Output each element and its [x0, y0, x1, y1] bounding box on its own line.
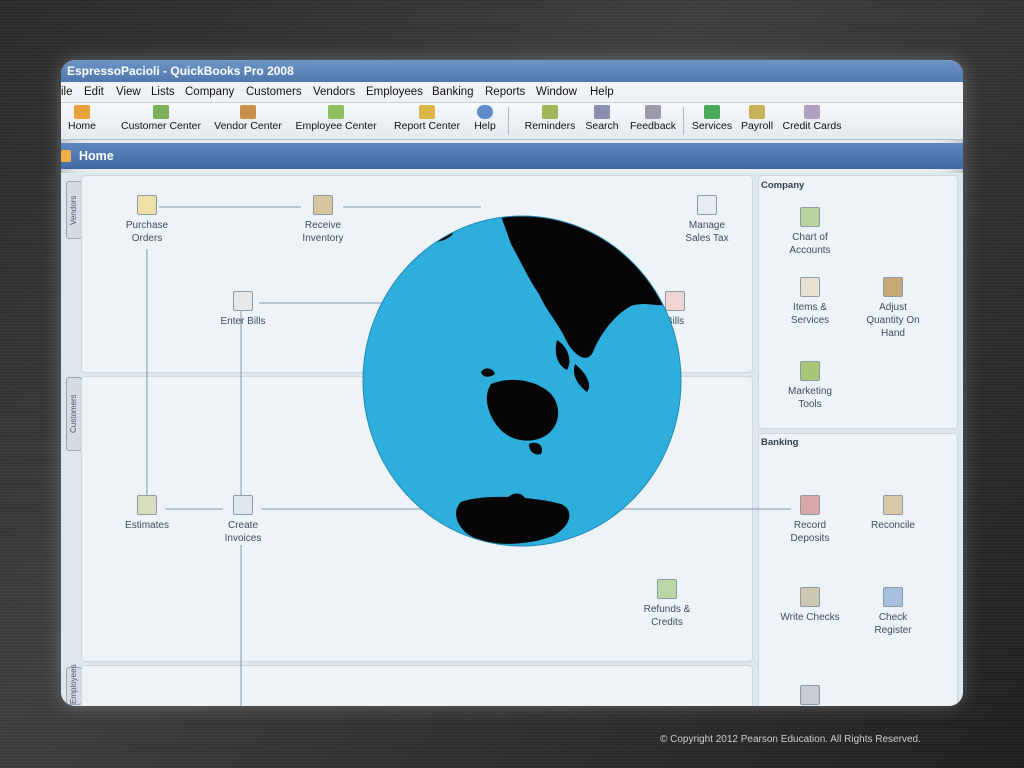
purchase-orders-button[interactable]: Purchase Orders — [117, 195, 177, 245]
menu-vendors[interactable]: Vendors — [313, 82, 355, 102]
search-button[interactable]: Search — [584, 105, 620, 132]
toolbar: Home Customer Center Vendor Center Emplo… — [61, 103, 963, 140]
vendor-center-button[interactable]: Vendor Center — [209, 105, 287, 132]
employee-center-icon — [328, 105, 344, 119]
home-header: Home — [61, 143, 963, 169]
check-register-button[interactable]: Check Register — [861, 587, 925, 637]
feedback-button[interactable]: Feedback — [627, 105, 679, 132]
chart-of-accounts-icon — [800, 207, 820, 227]
help-icon — [477, 105, 493, 119]
adjust-quantity-icon — [883, 277, 903, 297]
report-center-icon — [419, 105, 435, 119]
manage-sales-tax-button[interactable]: Manage Sales Tax — [677, 195, 737, 245]
menu-bar: ile Edit View Lists Company Customers Ve… — [61, 82, 963, 103]
menu-customers[interactable]: Customers — [246, 82, 302, 102]
purchase-orders-icon — [137, 195, 157, 215]
menu-employees[interactable]: Employees — [366, 82, 423, 102]
home-icon — [74, 105, 90, 119]
menu-company[interactable]: Company — [185, 82, 234, 102]
create-invoices-button[interactable]: Create Invoices — [211, 495, 275, 545]
credit-cards-button[interactable]: Credit Cards — [780, 105, 844, 132]
marketing-tools-button[interactable]: Marketing Tools — [777, 361, 843, 411]
payroll-icon — [749, 105, 765, 119]
menu-file[interactable]: ile — [61, 82, 73, 102]
feedback-icon — [645, 105, 661, 119]
menu-help[interactable]: Help — [590, 82, 614, 102]
banking-section-title: Banking — [761, 437, 799, 448]
items-services-icon — [800, 277, 820, 297]
credit-cards-icon — [804, 105, 820, 119]
chart-of-accounts-button[interactable]: Chart of Accounts — [777, 207, 843, 257]
menu-lists[interactable]: Lists — [151, 82, 175, 102]
record-deposits-button[interactable]: Record Deposits — [777, 495, 843, 545]
toolbar-separator — [508, 107, 509, 135]
printer-icon — [800, 685, 820, 705]
record-deposits-icon — [800, 495, 820, 515]
vendor-center-icon — [240, 105, 256, 119]
report-center-button[interactable]: Report Center — [390, 105, 464, 132]
menu-banking[interactable]: Banking — [432, 82, 474, 102]
reminders-button[interactable]: Reminders — [523, 105, 577, 132]
marketing-tools-icon — [800, 361, 820, 381]
receive-inventory-button[interactable]: Receive Inventory — [291, 195, 355, 245]
estimates-icon — [137, 495, 157, 515]
customer-center-icon — [153, 105, 169, 119]
reconcile-icon — [883, 495, 903, 515]
enter-bills-icon — [233, 291, 253, 311]
window-title: EspressoPacioli - QuickBooks Pro 2008 — [61, 60, 963, 82]
reconcile-button[interactable]: Reconcile — [861, 495, 925, 532]
home-icon — [61, 150, 71, 162]
estimates-button[interactable]: Estimates — [117, 495, 177, 532]
search-icon — [594, 105, 610, 119]
check-register-icon — [883, 587, 903, 607]
menu-reports[interactable]: Reports — [485, 82, 525, 102]
menu-view[interactable]: View — [116, 82, 141, 102]
services-icon — [704, 105, 720, 119]
sales-tax-icon — [697, 195, 717, 215]
menu-window[interactable]: Window — [536, 82, 577, 102]
toolbar-separator — [683, 107, 684, 135]
reminders-icon — [542, 105, 558, 119]
items-services-button[interactable]: Items & Services — [777, 277, 843, 327]
home-button[interactable]: Home — [65, 105, 99, 132]
home-title: Home — [79, 149, 114, 163]
refunds-credits-icon — [657, 579, 677, 599]
adjust-quantity-button[interactable]: Adjust Quantity On Hand — [861, 277, 925, 340]
menu-edit[interactable]: Edit — [84, 82, 104, 102]
customer-center-button[interactable]: Customer Center — [117, 105, 205, 132]
payroll-button[interactable]: Payroll — [739, 105, 775, 132]
help-button[interactable]: Help — [472, 105, 498, 132]
globe-illustration — [362, 215, 682, 547]
create-invoices-icon — [233, 495, 253, 515]
write-checks-icon — [800, 587, 820, 607]
copyright-text: © Copyright 2012 Pearson Education. All … — [660, 734, 921, 745]
enter-bills-button[interactable]: Enter Bills — [211, 291, 275, 328]
company-section-title: Company — [761, 180, 805, 191]
refunds-credits-button[interactable]: Refunds & Credits — [635, 579, 699, 629]
services-button[interactable]: Services — [690, 105, 734, 132]
write-checks-button[interactable]: Write Checks — [777, 587, 843, 624]
receive-inventory-icon — [313, 195, 333, 215]
print-checks-button[interactable] — [797, 685, 823, 706]
employee-center-button[interactable]: Employee Center — [291, 105, 381, 132]
